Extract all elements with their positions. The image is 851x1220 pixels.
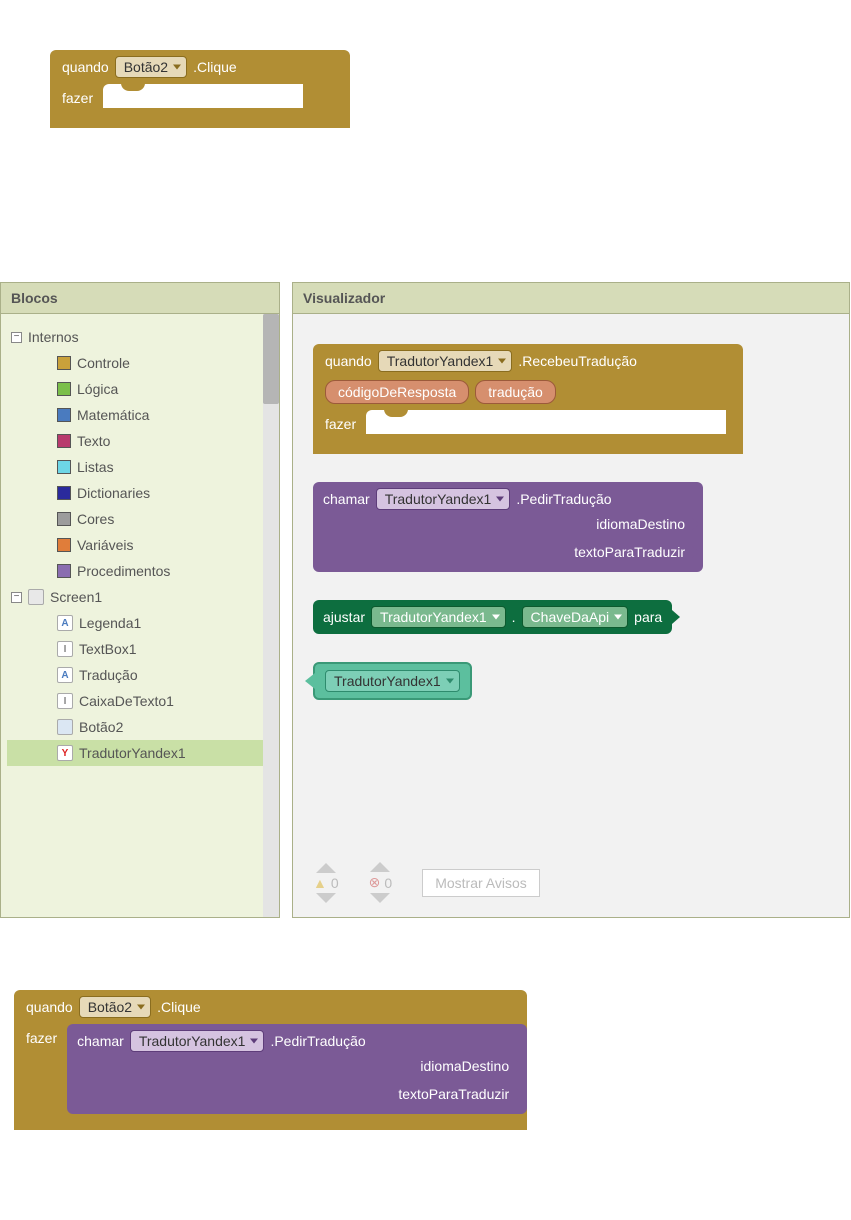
arg-textoparatraduzir: textoParaTraduzir	[77, 1080, 509, 1108]
block-when-got-translation[interactable]: quando TradutorYandex1 .RecebeuTradução …	[313, 344, 743, 454]
arg-textoparatraduzir: textoParaTraduzir	[323, 538, 685, 566]
editor-panels: Blocos − Internos Controle Lógica Matemá…	[0, 282, 850, 918]
tree-item-matematica[interactable]: Matemática	[7, 402, 273, 428]
tree-component-legenda1[interactable]: ALegenda1	[7, 610, 273, 636]
label-icon: A	[57, 667, 73, 683]
keyword-when: quando	[325, 353, 372, 369]
triangle-down-icon	[370, 893, 390, 903]
dropdown-component[interactable]: Botão2	[115, 56, 187, 78]
empty-slot[interactable]	[103, 84, 303, 108]
triangle-up-icon	[316, 863, 336, 873]
keyword-do: fazer	[50, 84, 103, 112]
collapse-icon[interactable]: −	[11, 592, 22, 603]
keyword-do: fazer	[313, 410, 366, 438]
block-when-click-with-call: quando Botão2 .Clique fazer chamar Tradu…	[14, 990, 527, 1130]
block-get-tradutoryandex1[interactable]: TradutorYandex1	[313, 662, 472, 700]
tree-item-cores[interactable]: Cores	[7, 506, 273, 532]
blocks-panel: Blocos − Internos Controle Lógica Matemá…	[0, 282, 280, 918]
screen-icon	[28, 589, 44, 605]
keyword-when: quando	[62, 59, 109, 75]
event-header: quando Botão2 .Clique	[50, 50, 350, 84]
status-bar: ▲ 0 ⊗ 0 Mostrar Avisos	[313, 862, 540, 903]
keyword-when: quando	[26, 999, 73, 1015]
param-codigo[interactable]: códigoDeResposta	[325, 380, 469, 404]
error-count: 0	[384, 875, 392, 891]
label-icon: A	[57, 615, 73, 631]
warning-icon: ▲	[313, 875, 327, 891]
keyword-to: para	[634, 609, 662, 625]
color-swatch-icon	[57, 486, 71, 500]
tree-component-textbox1[interactable]: ITextBox1	[7, 636, 273, 662]
tree-item-procedimentos[interactable]: Procedimentos	[7, 558, 273, 584]
tree-component-caixadetexto1[interactable]: ICaixaDeTexto1	[7, 688, 273, 714]
method-name: .PedirTradução	[270, 1033, 365, 1049]
dropdown-property[interactable]: ChaveDaApi	[522, 606, 629, 628]
nav-warnings[interactable]: ▲ 0	[313, 863, 339, 903]
color-swatch-icon	[57, 538, 71, 552]
dropdown-component[interactable]: TradutorYandex1	[371, 606, 506, 628]
tree-component-tradutoryandex1[interactable]: YTradutorYandex1	[7, 740, 273, 766]
color-swatch-icon	[57, 564, 71, 578]
color-swatch-icon	[57, 408, 71, 422]
event-name: .Clique	[193, 59, 237, 75]
param-traducao[interactable]: tradução	[475, 380, 555, 404]
scrollbar-thumb[interactable]	[263, 314, 279, 404]
yandex-icon: Y	[57, 745, 73, 761]
button-icon	[57, 719, 73, 735]
tree-component-botao2[interactable]: Botão2	[7, 714, 273, 740]
color-swatch-icon	[57, 434, 71, 448]
dropdown-component[interactable]: TradutorYandex1	[130, 1030, 265, 1052]
color-swatch-icon	[57, 512, 71, 526]
method-name: .PedirTradução	[516, 491, 611, 507]
block-call-pedirtraducao[interactable]: chamar TradutorYandex1 .PedirTradução id…	[313, 482, 703, 572]
empty-slot[interactable]	[366, 410, 726, 434]
nav-errors[interactable]: ⊗ 0	[369, 862, 393, 903]
tree-item-texto[interactable]: Texto	[7, 428, 273, 454]
tree-component-traducao[interactable]: ATradução	[7, 662, 273, 688]
triangle-down-icon	[316, 893, 336, 903]
tree-root-builtins[interactable]: − Internos	[7, 324, 273, 350]
textbox-icon: I	[57, 693, 73, 709]
block-set-chavedaapi[interactable]: ajustar TradutorYandex1 . ChaveDaApi par…	[313, 600, 672, 634]
blocks-tree: − Internos Controle Lógica Matemática Te…	[0, 313, 280, 918]
event-name: .RecebeuTradução	[518, 353, 637, 369]
warning-count: 0	[331, 875, 339, 891]
triangle-up-icon	[370, 862, 390, 872]
tree-item-logica[interactable]: Lógica	[7, 376, 273, 402]
keyword-set: ajustar	[323, 609, 365, 625]
dropdown-component[interactable]: TradutorYandex1	[376, 488, 511, 510]
keyword-call: chamar	[77, 1033, 124, 1049]
tree-root-screen1[interactable]: − Screen1	[7, 584, 273, 610]
dropdown-component[interactable]: TradutorYandex1	[378, 350, 513, 372]
tree-item-listas[interactable]: Listas	[7, 454, 273, 480]
color-swatch-icon	[57, 382, 71, 396]
viewer-panel-header: Visualizador	[292, 282, 850, 313]
viewer-panel: Visualizador quando TradutorYandex1 .Rec…	[292, 282, 850, 918]
blocks-canvas[interactable]: quando TradutorYandex1 .RecebeuTradução …	[292, 313, 850, 918]
event-name: .Clique	[157, 999, 201, 1015]
color-swatch-icon	[57, 460, 71, 474]
keyword-do: fazer	[14, 1024, 67, 1052]
collapse-icon[interactable]: −	[11, 332, 22, 343]
tree-item-controle[interactable]: Controle	[7, 350, 273, 376]
keyword-call: chamar	[323, 491, 370, 507]
blocks-panel-header: Blocos	[0, 282, 280, 313]
arg-idiomadestino: idiomaDestino	[77, 1052, 509, 1080]
dot: .	[512, 609, 516, 625]
dropdown-component[interactable]: Botão2	[79, 996, 151, 1018]
arg-idiomadestino: idiomaDestino	[323, 510, 685, 538]
textbox-icon: I	[57, 641, 73, 657]
error-icon: ⊗	[369, 874, 381, 891]
tree-item-dictionaries[interactable]: Dictionaries	[7, 480, 273, 506]
color-swatch-icon	[57, 356, 71, 370]
tree-item-variaveis[interactable]: Variáveis	[7, 532, 273, 558]
block-when-click-standalone: quando Botão2 .Clique fazer	[50, 50, 350, 128]
show-warnings-button[interactable]: Mostrar Avisos	[422, 869, 540, 897]
scrollbar[interactable]	[263, 314, 279, 917]
dropdown-component[interactable]: TradutorYandex1	[325, 670, 460, 692]
nested-call-block[interactable]: chamar TradutorYandex1 .PedirTradução id…	[67, 1024, 527, 1114]
